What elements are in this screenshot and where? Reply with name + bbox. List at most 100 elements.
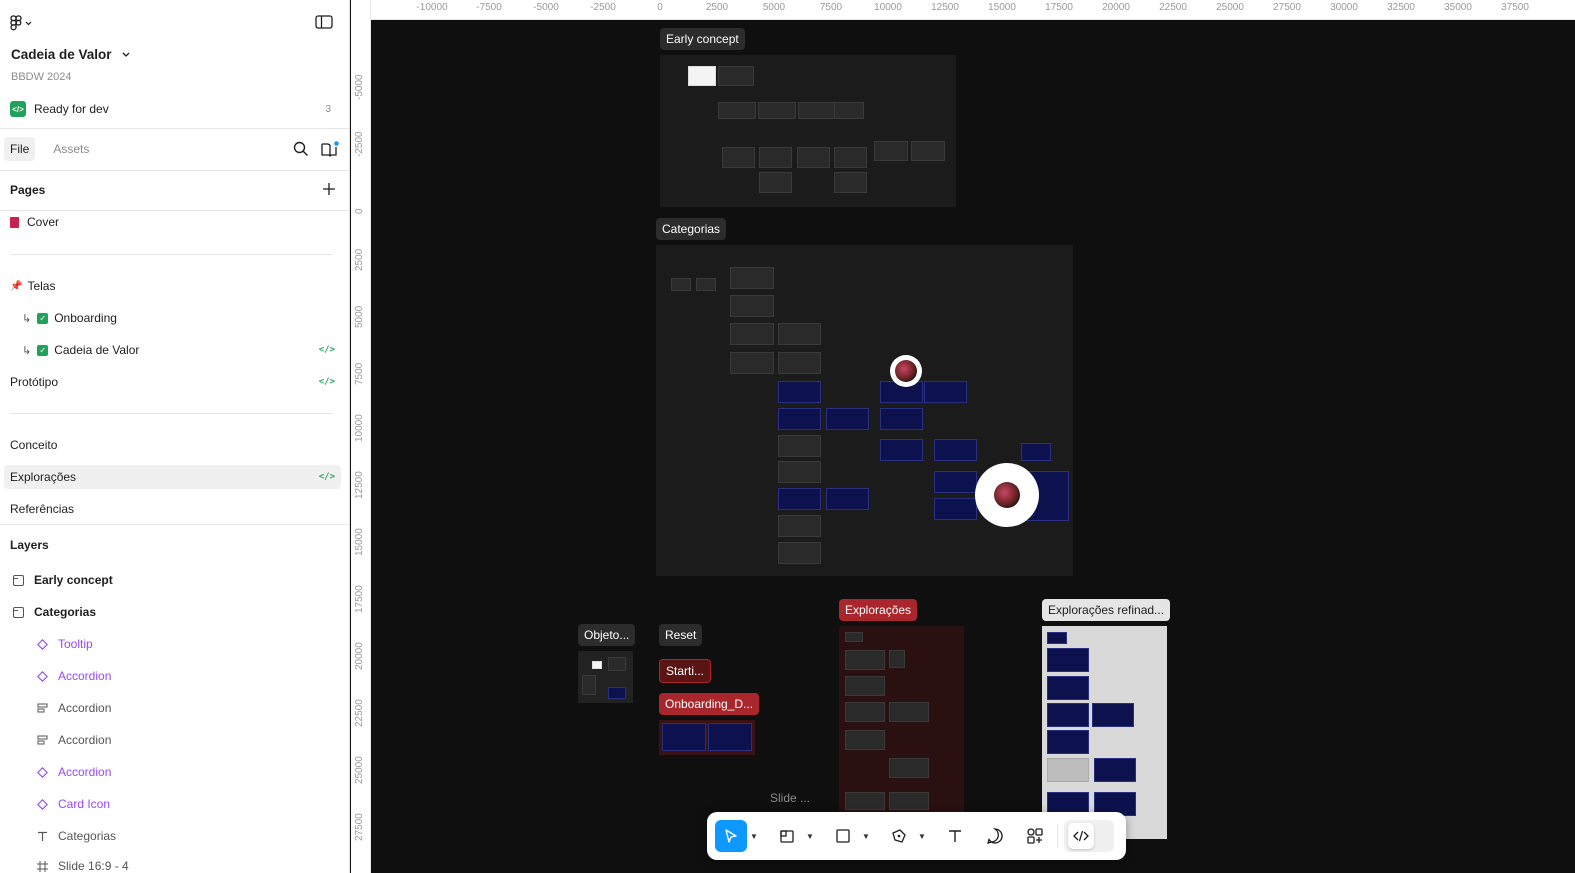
- layer-label: Categorias: [58, 829, 117, 843]
- layer-categorias[interactable]: Categorias: [0, 600, 349, 624]
- frame-tool-button[interactable]: [771, 820, 803, 852]
- comment-tool-button[interactable]: [979, 820, 1011, 852]
- page-item-cadeia-de-valor[interactable]: ↳ ✓ Cadeia de Valor </>: [0, 338, 349, 362]
- text-tool-button[interactable]: [939, 820, 971, 852]
- thumbnail: [759, 172, 792, 193]
- frame-label-categorias[interactable]: Categorias: [656, 218, 727, 240]
- page-item-onboarding[interactable]: ↳ ✓ Onboarding: [0, 306, 349, 330]
- cursor-icon: [725, 829, 737, 843]
- thumbnail: [845, 792, 885, 810]
- page-item-referencias[interactable]: Referências: [0, 497, 349, 521]
- library-book-icon[interactable]: [321, 141, 339, 157]
- frame-categorias[interactable]: [656, 245, 1073, 576]
- page-item-prototipo[interactable]: Protótipo </>: [0, 370, 349, 394]
- thumbnail: [778, 515, 821, 537]
- ruler-tick-label: -10000: [416, 2, 448, 13]
- thumbnail: [758, 102, 796, 119]
- frame-label-objeto[interactable]: Objeto...: [578, 624, 636, 646]
- layer-early-concept[interactable]: Early concept: [0, 568, 349, 592]
- thumbnail: [722, 147, 755, 168]
- page-item-conceito[interactable]: Conceito: [0, 433, 349, 457]
- thumbnail: [778, 542, 821, 564]
- tab-assets[interactable]: Assets: [47, 137, 95, 161]
- page-item-exploracoes[interactable]: Explorações </>: [4, 465, 341, 489]
- frame-onboarding-d[interactable]: [659, 720, 755, 755]
- thumbnail: [924, 381, 967, 403]
- thumbnail: [708, 723, 752, 751]
- layer-label: Accordion: [58, 733, 112, 747]
- thumbnail: [1047, 676, 1089, 700]
- text-layer-icon: [36, 830, 48, 842]
- layer-label: Tooltip: [58, 637, 93, 651]
- sidebar-toggle-icon[interactable]: [315, 14, 333, 30]
- main-menu-button[interactable]: [10, 14, 40, 32]
- layer-accordion[interactable]: Accordion: [0, 728, 349, 752]
- thumbnail: [934, 471, 977, 493]
- ruler-tick-label: 35000: [1444, 2, 1472, 13]
- frame-exploracoes-refinadas[interactable]: [1042, 626, 1167, 839]
- frame-exploracoes[interactable]: [839, 626, 964, 813]
- add-page-icon[interactable]: [323, 182, 335, 198]
- frame-label-slide[interactable]: Slide ...: [770, 791, 810, 805]
- thumbnail: [874, 141, 908, 161]
- collaborator-avatar[interactable]: [975, 463, 1039, 527]
- layer-accordion[interactable]: Accordion: [0, 760, 349, 784]
- thumbnail: [778, 381, 821, 403]
- layer-card-icon[interactable]: Card Icon: [0, 792, 349, 816]
- frame-label-exploracoes[interactable]: Explorações: [839, 599, 918, 621]
- bottom-toolbar: ▼ ▼ ▼ ▼: [707, 812, 1126, 860]
- thumbnail: [759, 147, 792, 168]
- chevron-down-icon[interactable]: ▼: [859, 832, 873, 841]
- thumbnail: [778, 352, 821, 374]
- collaborator-avatar[interactable]: [890, 355, 922, 387]
- chevron-down-icon[interactable]: ▼: [915, 832, 929, 841]
- frame-icon: [36, 860, 48, 872]
- frame-objeto[interactable]: [578, 651, 633, 703]
- file-title[interactable]: Cadeia de Valor: [11, 47, 130, 62]
- left-panel: Cadeia de Valor BBDW 2024 </> Ready for …: [0, 0, 350, 873]
- frame-label-starti[interactable]: Starti...: [659, 659, 712, 683]
- thumbnail: [834, 172, 867, 193]
- thumbnail: [1047, 730, 1089, 754]
- pen-tool-button[interactable]: [883, 820, 915, 852]
- frame-label-early-concept[interactable]: Early concept: [660, 28, 745, 50]
- pen-icon: [892, 829, 906, 843]
- page-item-cover[interactable]: Cover: [0, 210, 349, 234]
- layer-categorias-text[interactable]: Categorias: [0, 824, 349, 848]
- ruler-tick-label: 10000: [354, 414, 365, 442]
- ruler-tick-label: 2500: [705, 2, 729, 13]
- ruler-tick-label: 5000: [762, 2, 786, 13]
- nested-arrow-icon: ↳: [22, 344, 32, 357]
- thumbnail: [778, 323, 821, 345]
- layer-slide[interactable]: Slide 16:9 - 4: [0, 854, 349, 873]
- page-item-telas[interactable]: 📌 Telas: [0, 274, 349, 298]
- frame-label-exploracoes-refinadas[interactable]: Explorações refinad...: [1042, 599, 1171, 621]
- ruler-tick-label: 2500: [354, 248, 365, 271]
- chevron-down-icon[interactable]: ▼: [803, 832, 817, 841]
- divider: [0, 170, 349, 171]
- frame-early-concept[interactable]: [660, 55, 956, 207]
- chevron-down-icon[interactable]: ▼: [747, 832, 761, 841]
- ready-for-dev-row[interactable]: </> Ready for dev 3: [0, 99, 349, 119]
- canvas[interactable]: -10000 -7500 -5000 -2500 0 2500 5000 7500 10000 1…: [351, 0, 1575, 873]
- tab-file[interactable]: File: [4, 137, 36, 161]
- actions-tool-button[interactable]: [1019, 820, 1051, 852]
- ruler-tick-label: -5000: [354, 74, 365, 100]
- status-count: 3: [325, 103, 331, 115]
- layer-accordion[interactable]: Accordion: [0, 664, 349, 688]
- frame-label-reset[interactable]: Reset: [659, 624, 703, 646]
- ruler-tick-label: 32500: [1387, 2, 1415, 13]
- move-tool-button[interactable]: [715, 820, 747, 852]
- thumbnail: [730, 267, 774, 289]
- ruler-tick-label: 37500: [1501, 2, 1529, 13]
- dev-mode-toggle[interactable]: [1064, 820, 1114, 852]
- layer-accordion[interactable]: Accordion: [0, 696, 349, 720]
- page-label: Explorações: [10, 470, 77, 484]
- frame-label-onboarding-d[interactable]: Onboarding_D...: [659, 693, 760, 715]
- search-icon[interactable]: [293, 141, 309, 157]
- thumbnail: [730, 295, 774, 317]
- thumbnail: [671, 278, 691, 291]
- rectangle-tool-button[interactable]: [827, 820, 859, 852]
- layer-tooltip[interactable]: Tooltip: [0, 632, 349, 656]
- thumbnail: [778, 435, 821, 457]
